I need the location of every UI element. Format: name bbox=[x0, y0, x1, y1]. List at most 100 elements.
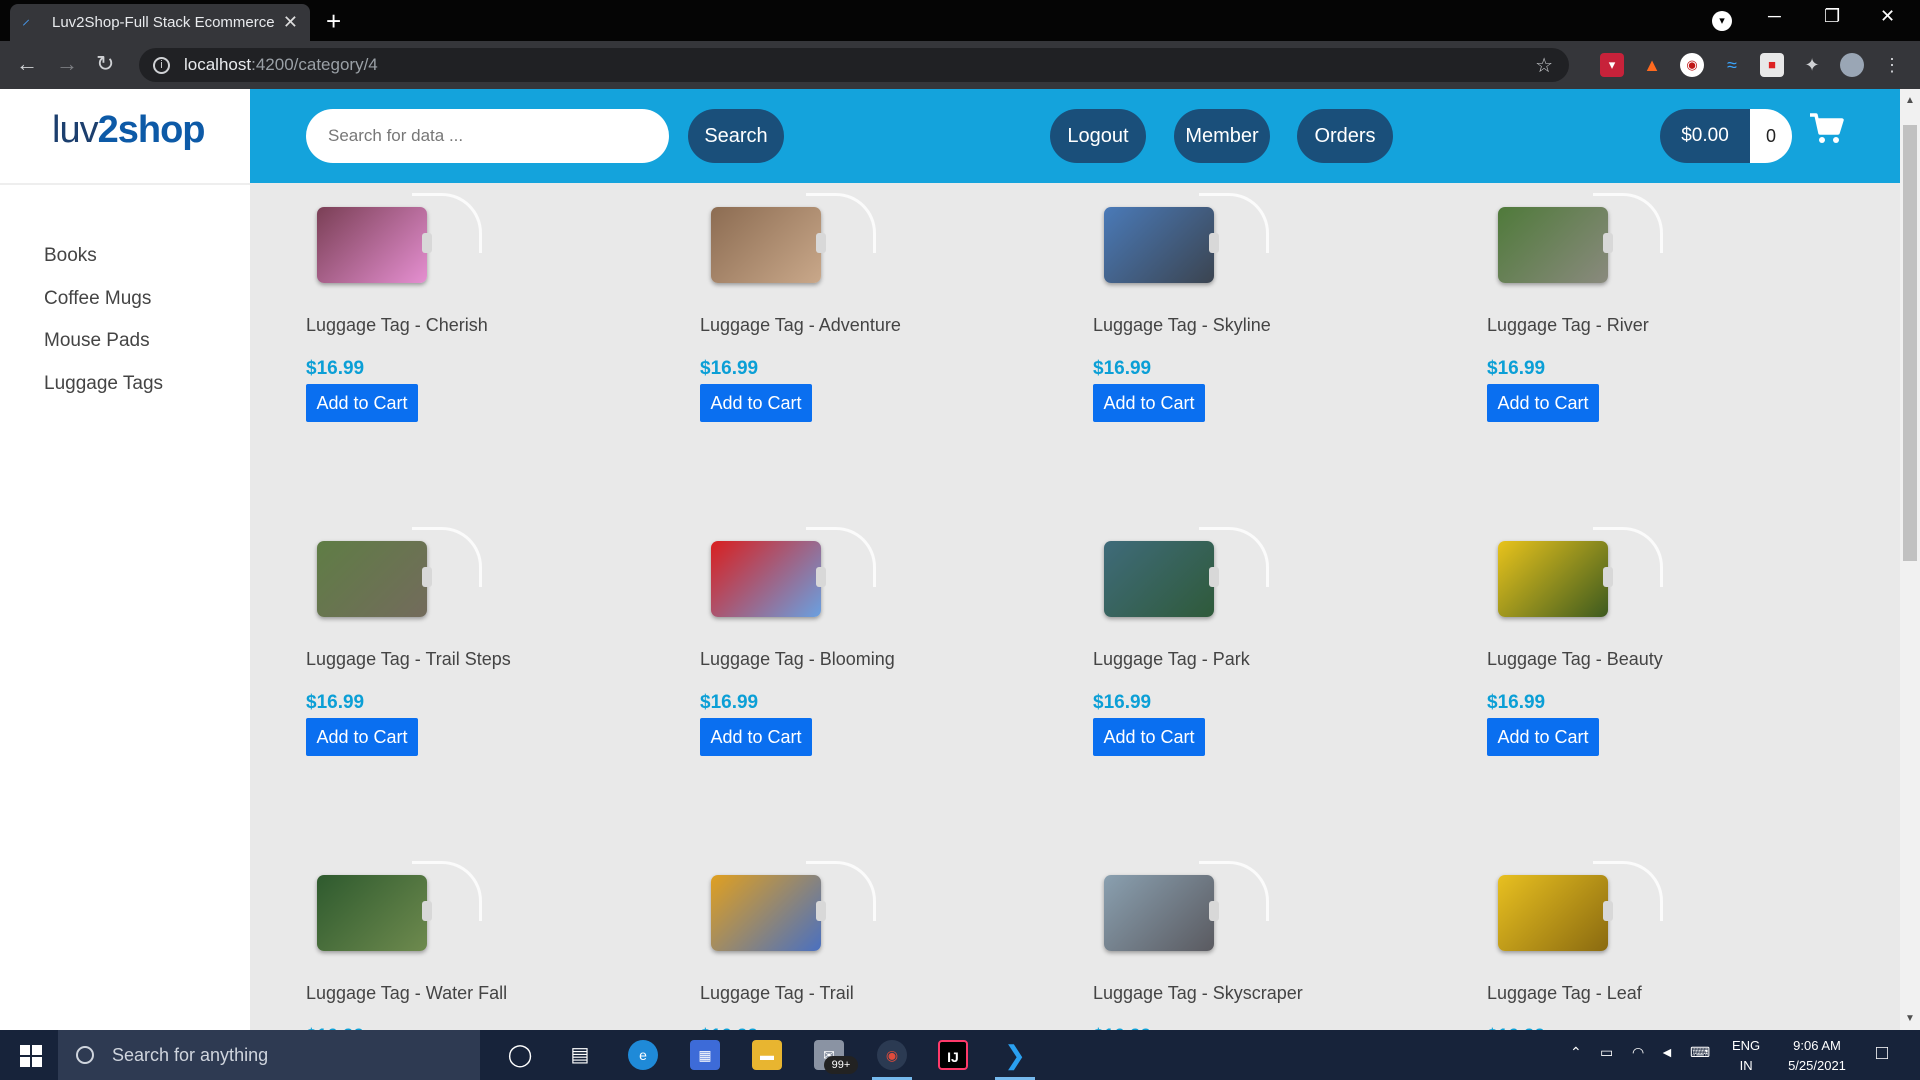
product-card: Luggage Tag - Leaf$16.99Add to Cart bbox=[1487, 851, 1847, 1030]
edge-browser-icon[interactable]: e bbox=[628, 1040, 658, 1070]
product-image[interactable] bbox=[1099, 527, 1269, 637]
extensions-puzzle-icon[interactable]: ✦ bbox=[1800, 53, 1824, 77]
cortana-icon[interactable]: ◯ bbox=[505, 1040, 535, 1070]
pdf-extension-icon[interactable]: ■ bbox=[1760, 53, 1784, 77]
product-image[interactable] bbox=[706, 193, 876, 303]
product-image[interactable] bbox=[312, 861, 482, 971]
add-to-cart-button[interactable]: Add to Cart bbox=[1093, 384, 1205, 422]
cart-total-quantity: 0 bbox=[1750, 109, 1792, 163]
add-to-cart-button[interactable]: Add to Cart bbox=[1487, 384, 1599, 422]
product-image[interactable] bbox=[1493, 527, 1663, 637]
clock-time: 9:06 AM bbox=[1793, 1038, 1841, 1053]
notifications-icon[interactable]: □ bbox=[1876, 1042, 1888, 1065]
windows-taskbar: Search for anything ◯ ▤ e ▦ ▬ ✉ 99+ ◉ IJ… bbox=[0, 1030, 1920, 1080]
orders-button[interactable]: Orders bbox=[1297, 109, 1393, 163]
pocket-extension-icon[interactable]: ▾ bbox=[1600, 53, 1624, 77]
product-image[interactable] bbox=[1099, 193, 1269, 303]
product-name[interactable]: Luggage Tag - Cherish bbox=[306, 315, 488, 336]
product-name[interactable]: Luggage Tag - River bbox=[1487, 315, 1649, 336]
chrome-icon[interactable]: ◉ bbox=[877, 1040, 907, 1070]
add-to-cart-button[interactable]: Add to Cart bbox=[306, 384, 418, 422]
product-price: $16.99 bbox=[306, 358, 365, 379]
add-to-cart-button[interactable]: Add to Cart bbox=[700, 384, 812, 422]
restore-icon[interactable]: ❐ bbox=[1824, 6, 1840, 27]
product-image[interactable] bbox=[706, 527, 876, 637]
page-viewport: luv2shop Books Coffee Mugs Mouse Pads Lu… bbox=[0, 89, 1900, 1030]
product-photo bbox=[711, 541, 821, 617]
cart-status[interactable]: $0.00 0 bbox=[1660, 109, 1792, 163]
scroll-down-arrow-icon[interactable]: ▼ bbox=[1905, 1013, 1915, 1024]
language-indicator[interactable]: ENG IN bbox=[1732, 1036, 1760, 1076]
window-close-icon[interactable]: ✕ bbox=[1880, 6, 1895, 27]
windows-start-icon[interactable] bbox=[20, 1045, 42, 1067]
search-button[interactable]: Search bbox=[688, 109, 784, 163]
product-name[interactable]: Luggage Tag - Skyline bbox=[1093, 315, 1271, 336]
product-image[interactable] bbox=[1493, 861, 1663, 971]
show-hidden-icons-chevron[interactable]: ⌃ bbox=[1570, 1044, 1582, 1061]
scrollbar-thumb[interactable] bbox=[1903, 125, 1917, 561]
product-image[interactable] bbox=[312, 527, 482, 637]
bookmark-star-icon[interactable]: ☆ bbox=[1535, 53, 1553, 78]
browser-menu-icon[interactable]: ⋮ bbox=[1880, 53, 1904, 77]
taskbar-search-placeholder: Search for anything bbox=[112, 1044, 269, 1065]
product-price: $16.99 bbox=[1487, 692, 1546, 713]
sidebar-item-coffee-mugs[interactable]: Coffee Mugs bbox=[44, 278, 163, 321]
search-input[interactable] bbox=[306, 109, 669, 163]
product-price: $16.99 bbox=[306, 692, 365, 713]
vscode-icon[interactable]: ❯ bbox=[1000, 1040, 1030, 1070]
product-name[interactable]: Luggage Tag - Beauty bbox=[1487, 649, 1663, 670]
product-name[interactable]: Luggage Tag - Water Fall bbox=[306, 983, 507, 1004]
page-scrollbar[interactable]: ▲ ▼ bbox=[1900, 89, 1920, 1030]
minimize-icon[interactable]: ─ bbox=[1768, 6, 1781, 27]
taskbar-search-box[interactable]: Search for anything bbox=[58, 1030, 480, 1080]
product-name[interactable]: Luggage Tag - Blooming bbox=[700, 649, 895, 670]
keyboard-icon[interactable]: ⌨ bbox=[1690, 1044, 1710, 1061]
member-button[interactable]: Member bbox=[1174, 109, 1270, 163]
sidebar-item-mouse-pads[interactable]: Mouse Pads bbox=[44, 320, 163, 363]
new-tab-button[interactable]: + bbox=[326, 6, 341, 37]
browser-tab-active[interactable]: ⸍ Luv2Shop-Full Stack Ecommerce ✕ bbox=[10, 4, 310, 41]
product-image[interactable] bbox=[706, 861, 876, 971]
wifi-icon[interactable]: ◠ bbox=[1632, 1044, 1644, 1061]
scroll-up-arrow-icon[interactable]: ▲ bbox=[1905, 95, 1915, 106]
add-to-cart-button[interactable]: Add to Cart bbox=[306, 718, 418, 756]
battery-icon[interactable]: ▭ bbox=[1600, 1044, 1613, 1061]
add-to-cart-button[interactable]: Add to Cart bbox=[700, 718, 812, 756]
product-name[interactable]: Luggage Tag - Leaf bbox=[1487, 983, 1642, 1004]
product-name[interactable]: Luggage Tag - Skyscraper bbox=[1093, 983, 1303, 1004]
add-to-cart-button[interactable]: Add to Cart bbox=[1093, 718, 1205, 756]
luggage-tag-clip bbox=[816, 901, 826, 921]
add-to-cart-button[interactable]: Add to Cart bbox=[1487, 718, 1599, 756]
product-name[interactable]: Luggage Tag - Adventure bbox=[700, 315, 901, 336]
product-image[interactable] bbox=[1099, 861, 1269, 971]
volume-icon[interactable]: ◄ bbox=[1660, 1044, 1674, 1060]
back-arrow-icon[interactable]: ← bbox=[16, 51, 38, 77]
shield-extension-icon[interactable]: ◉ bbox=[1680, 53, 1704, 77]
intellij-icon[interactable]: IJ bbox=[938, 1040, 968, 1070]
profile-avatar-icon[interactable] bbox=[1840, 53, 1864, 77]
sidebar-item-luggage-tags[interactable]: Luggage Tags bbox=[44, 363, 163, 406]
store-icon[interactable]: ▦ bbox=[690, 1040, 720, 1070]
fire-extension-icon[interactable]: ▲ bbox=[1640, 53, 1664, 77]
site-info-icon[interactable]: i bbox=[153, 56, 170, 74]
wave-extension-icon[interactable]: ≈ bbox=[1720, 53, 1744, 77]
product-name[interactable]: Luggage Tag - Park bbox=[1093, 649, 1250, 670]
address-bar[interactable]: i localhost :4200/category/4 ☆ bbox=[139, 48, 1569, 82]
sidebar-item-books[interactable]: Books bbox=[44, 235, 163, 278]
forward-arrow-icon[interactable]: → bbox=[56, 51, 78, 77]
product-name[interactable]: Luggage Tag - Trail bbox=[700, 983, 854, 1004]
luggage-tag-clip bbox=[1603, 567, 1613, 587]
product-image[interactable] bbox=[312, 193, 482, 303]
task-view-icon[interactable]: ▤ bbox=[565, 1040, 595, 1070]
tab-search-icon[interactable]: ▾ bbox=[1712, 11, 1732, 31]
shopping-cart-icon[interactable] bbox=[1808, 111, 1844, 147]
reload-icon[interactable]: ↻ bbox=[96, 51, 114, 77]
luv2shop-logo[interactable]: luv2shop bbox=[52, 109, 206, 165]
product-image[interactable] bbox=[1493, 193, 1663, 303]
logout-button[interactable]: Logout bbox=[1050, 109, 1146, 163]
clock[interactable]: 9:06 AM 5/25/2021 bbox=[1772, 1036, 1862, 1076]
logo-text-shop: shop bbox=[117, 109, 206, 151]
file-explorer-icon[interactable]: ▬ bbox=[752, 1040, 782, 1070]
tab-close-icon[interactable]: ✕ bbox=[283, 12, 298, 33]
product-name[interactable]: Luggage Tag - Trail Steps bbox=[306, 649, 511, 670]
